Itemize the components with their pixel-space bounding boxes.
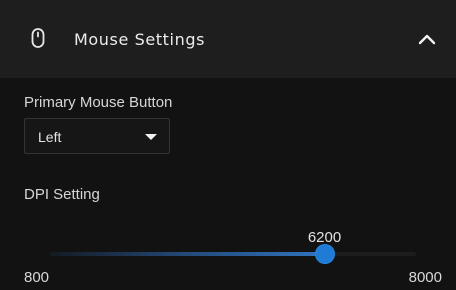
dpi-slider-fill [50,252,325,256]
primary-button-label: Primary Mouse Button [24,94,173,111]
panel-title: Mouse Settings [74,30,206,49]
collapse-button[interactable] [412,24,442,54]
primary-button-selected-value: Left [38,129,62,145]
chevron-up-icon [418,34,436,45]
primary-button-select[interactable]: Left [24,118,170,154]
dpi-min-label: 800 [24,269,50,286]
dpi-label: DPI Setting [24,186,100,203]
dpi-slider-thumb[interactable] [315,245,334,263]
panel-header[interactable]: Mouse Settings [0,0,456,78]
dpi-slider[interactable] [50,244,416,264]
mouse-icon [27,26,49,52]
mouse-settings-panel: Mouse Settings Primary Mouse Button Left… [0,0,456,290]
caret-down-icon [145,134,157,140]
dpi-max-label: 8000 [408,269,442,286]
